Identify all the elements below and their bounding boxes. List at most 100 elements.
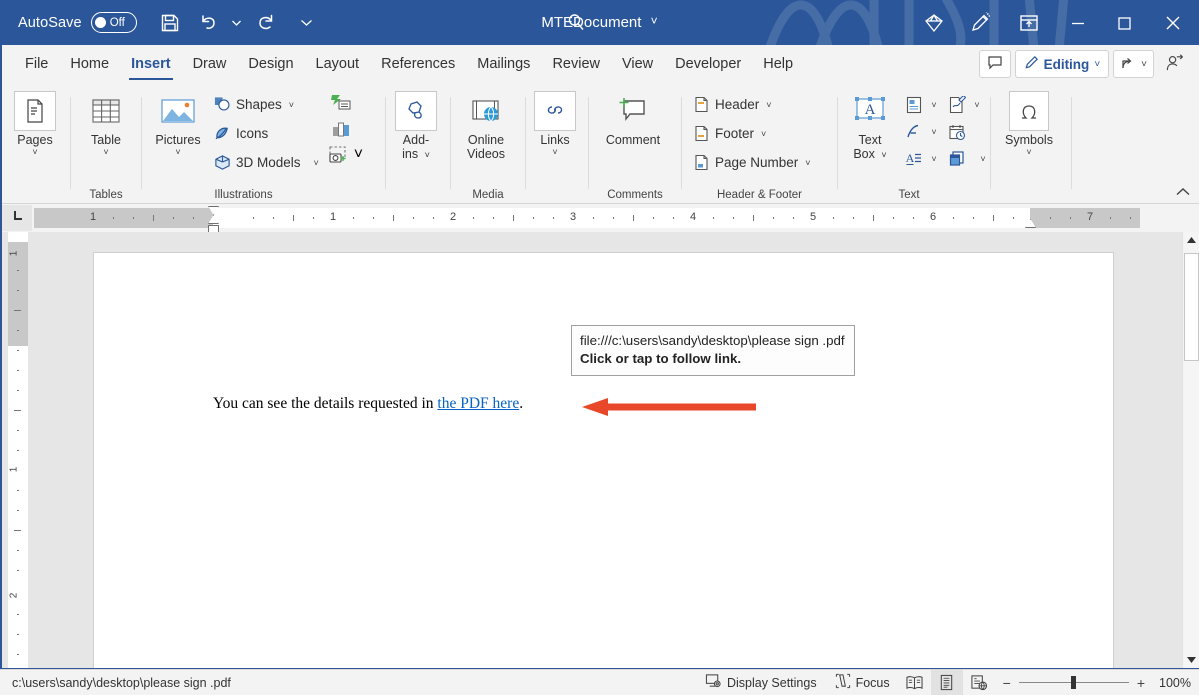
links-button[interactable]: Links ˅ — [526, 89, 584, 157]
links-caret-icon[interactable]: ˅ — [552, 148, 557, 157]
text-box-label2: Box ˅ — [853, 147, 886, 162]
undo-dropdown-caret-icon[interactable] — [227, 6, 247, 40]
quick-parts-caret-icon[interactable]: ˅ — [927, 100, 941, 110]
tab-file[interactable]: File — [14, 45, 59, 83]
tab-view[interactable]: View — [611, 45, 664, 83]
3d-models-caret-icon[interactable]: ˅ — [314, 158, 319, 168]
tab-home[interactable]: Home — [59, 45, 120, 83]
tab-design[interactable]: Design — [237, 45, 304, 83]
tab-stop-selector[interactable] — [2, 205, 32, 231]
tab-layout[interactable]: Layout — [305, 45, 371, 83]
horizontal-ruler[interactable]: 1 1 2 3 4 5 6 7 — [34, 206, 1140, 234]
page-number-icon — [693, 154, 710, 171]
shapes-caret-icon[interactable]: ˅ — [289, 100, 294, 110]
minimize-icon[interactable] — [1055, 0, 1101, 45]
date-time-icon[interactable] — [943, 119, 970, 144]
add-ins-caret-icon[interactable]: ˅ — [425, 150, 430, 160]
read-mode-icon[interactable] — [899, 670, 931, 695]
tab-mailings[interactable]: Mailings — [466, 45, 541, 83]
vertical-scroll-thumb[interactable] — [1184, 253, 1199, 361]
share-button[interactable]: ˅ — [1113, 50, 1154, 78]
zoom-slider[interactable] — [1018, 676, 1129, 689]
pictures-button[interactable]: Pictures ˅ — [145, 89, 211, 157]
zoom-percent-label[interactable]: 100% — [1153, 676, 1191, 690]
customize-quick-access-icon[interactable] — [297, 6, 317, 40]
tab-insert[interactable]: Insert — [120, 45, 182, 83]
text-box-button[interactable]: A Text Box ˅ — [844, 89, 896, 162]
catch-up-button[interactable] — [1158, 50, 1191, 78]
drop-cap-icon[interactable]: A — [900, 146, 927, 171]
display-settings-button[interactable]: Display Settings — [696, 670, 826, 695]
page-number-caret-icon[interactable]: ˅ — [805, 158, 810, 168]
ribbon-display-options-icon[interactable] — [1003, 0, 1055, 45]
add-ins-button[interactable]: Add- ins ˅ — [386, 89, 446, 162]
maximize-icon[interactable] — [1101, 0, 1147, 45]
footer-button[interactable]: Footer ˅ — [690, 119, 814, 148]
page-number-button[interactable]: Page Number ˅ — [690, 148, 814, 177]
tab-developer[interactable]: Developer — [664, 45, 752, 83]
print-layout-icon[interactable] — [930, 669, 963, 695]
symbols-caret-icon[interactable]: ˅ — [1026, 148, 1031, 157]
table-caret-icon[interactable]: ˅ — [103, 148, 108, 157]
vertical-ruler[interactable]: 1 1 2 — [8, 232, 28, 669]
quick-parts-icon[interactable] — [900, 92, 927, 117]
header-caret-icon[interactable]: ˅ — [766, 100, 771, 110]
comments-button[interactable] — [978, 50, 1011, 78]
object-icon[interactable] — [943, 146, 970, 171]
web-layout-icon[interactable] — [963, 670, 995, 695]
online-videos-button[interactable]: Online Videos — [451, 89, 521, 161]
undo-icon[interactable] — [189, 6, 227, 40]
wordart-icon[interactable] — [900, 119, 927, 144]
icons-button[interactable]: Icons — [211, 119, 322, 148]
shapes-button[interactable]: Shapes ˅ — [211, 90, 322, 119]
tab-review[interactable]: Review — [541, 45, 611, 83]
wordart-caret-icon[interactable]: ˅ — [927, 127, 941, 137]
screenshot-caret-icon[interactable]: ˅ — [354, 146, 363, 164]
document-page[interactable]: You can see the details requested in the… — [94, 253, 1113, 669]
pictures-caret-icon[interactable]: ˅ — [175, 148, 180, 157]
symbols-button[interactable]: Symbols ˅ — [991, 89, 1067, 157]
pages-caret-icon[interactable]: ˅ — [32, 148, 37, 157]
text-box-caret-icon[interactable]: ˅ — [881, 150, 886, 160]
object-caret-icon[interactable]: ˅ — [976, 154, 990, 164]
3d-models-button[interactable]: 3D Models ˅ — [211, 148, 322, 177]
autosave-toggle[interactable]: Off — [90, 12, 137, 33]
zoom-control[interactable]: − + 100% — [995, 675, 1191, 691]
smartart-icon[interactable] — [328, 90, 355, 115]
pages-button[interactable]: Pages ˅ — [4, 89, 66, 157]
document-paragraph[interactable]: You can see the details requested in the… — [213, 395, 523, 413]
media-group: Online Videos Media — [451, 83, 525, 204]
close-icon[interactable] — [1147, 0, 1199, 45]
header-button[interactable]: Header ˅ — [690, 90, 814, 119]
vertical-scrollbar[interactable] — [1182, 232, 1199, 669]
pen-draw-icon[interactable] — [957, 0, 1003, 45]
signature-line-caret-icon[interactable]: ˅ — [970, 100, 984, 110]
scroll-up-arrow-icon[interactable] — [1183, 232, 1199, 249]
title-dropdown-caret-icon[interactable]: ˅ — [651, 14, 658, 28]
table-button[interactable]: Table ˅ — [75, 89, 137, 157]
tab-help[interactable]: Help — [752, 45, 804, 83]
chart-icon[interactable] — [328, 116, 355, 141]
new-comment-icon — [611, 91, 655, 131]
zoom-slider-thumb[interactable] — [1070, 676, 1076, 689]
collapse-ribbon-chevron-icon[interactable] — [1175, 185, 1191, 200]
add-ins-label2: ins ˅ — [402, 147, 430, 162]
new-comment-button[interactable]: Comment — [589, 89, 677, 147]
editing-mode-button[interactable]: Editing ˅ — [1014, 50, 1110, 78]
signature-line-icon[interactable] — [943, 92, 970, 117]
tab-draw[interactable]: Draw — [182, 45, 238, 83]
redo-icon[interactable] — [247, 6, 285, 40]
zoom-in-button[interactable]: + — [1137, 675, 1145, 691]
pages-label: Pages — [17, 133, 53, 147]
footer-caret-icon[interactable]: ˅ — [761, 129, 766, 139]
search-icon[interactable] — [556, 7, 596, 37]
scroll-down-arrow-icon[interactable] — [1183, 652, 1199, 669]
save-icon[interactable] — [151, 6, 189, 40]
drop-cap-caret-icon[interactable]: ˅ — [927, 154, 941, 164]
zoom-out-button[interactable]: − — [1003, 675, 1011, 691]
tab-references[interactable]: References — [370, 45, 466, 83]
hyperlink-the-pdf-here[interactable]: the PDF here — [437, 395, 519, 412]
diamond-icon[interactable] — [911, 0, 957, 45]
screenshot-icon[interactable]: ˅ — [328, 142, 368, 167]
focus-mode-button[interactable]: Focus — [826, 670, 899, 695]
